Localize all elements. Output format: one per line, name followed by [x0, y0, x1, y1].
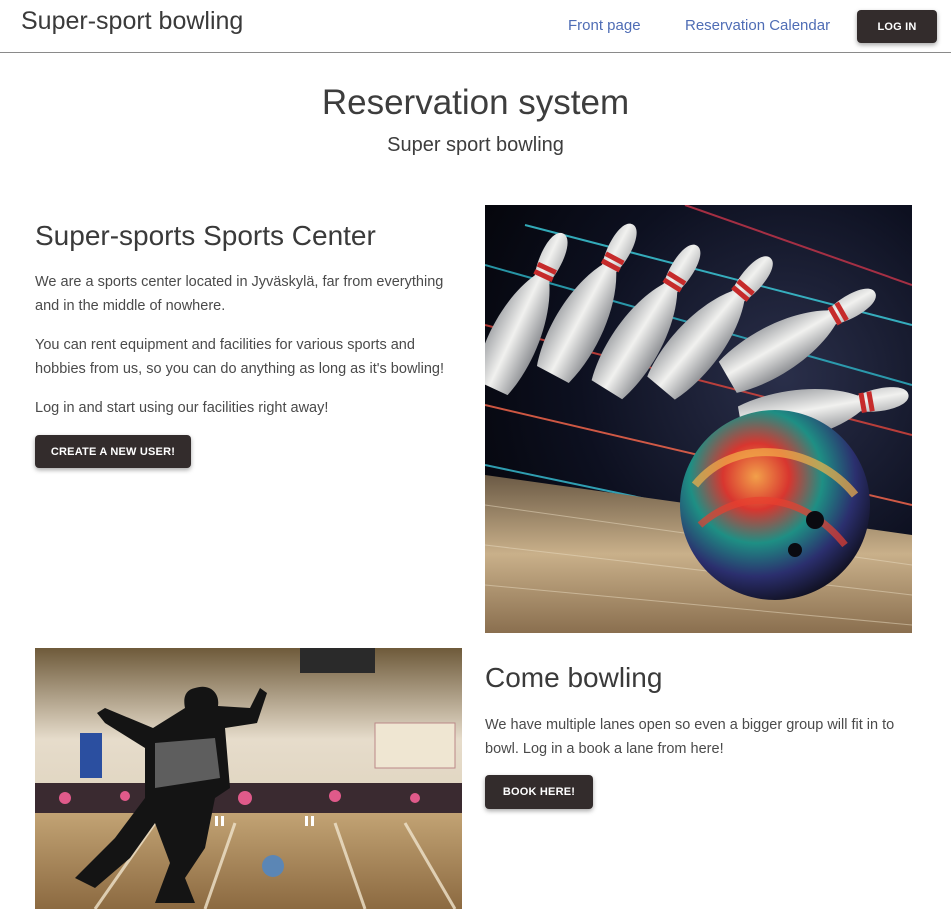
nav-link-reservation-calendar[interactable]: Reservation Calendar	[685, 17, 830, 34]
page-subtitle: Super sport bowling	[387, 134, 564, 156]
sports-center-paragraph-3: Log in and start using our facilities ri…	[35, 400, 329, 416]
nav-link-front-page[interactable]: Front page	[568, 17, 641, 34]
bowler-photo	[35, 648, 462, 909]
navbar: Super-sport bowling Front page Reservati…	[0, 0, 951, 53]
book-here-button[interactable]: BOOK HERE!	[485, 775, 593, 809]
come-bowling-heading: Come bowling	[485, 662, 663, 693]
sports-center-paragraph-1: We are a sports center located in Jyväsk…	[35, 274, 444, 314]
sports-center-heading: Super-sports Sports Center	[35, 220, 376, 251]
sports-center-paragraph-2: You can rent equipment and facilities fo…	[35, 337, 445, 377]
bowling-pins-image	[485, 205, 912, 633]
page-title: Reservation system	[321, 83, 630, 122]
create-user-button[interactable]: CREATE A NEW USER!	[35, 435, 191, 468]
come-bowling-paragraph: We have multiple lanes open so even a bi…	[485, 717, 895, 757]
brand-title[interactable]: Super-sport bowling	[21, 7, 243, 36]
login-button[interactable]: LOG IN	[857, 10, 937, 43]
